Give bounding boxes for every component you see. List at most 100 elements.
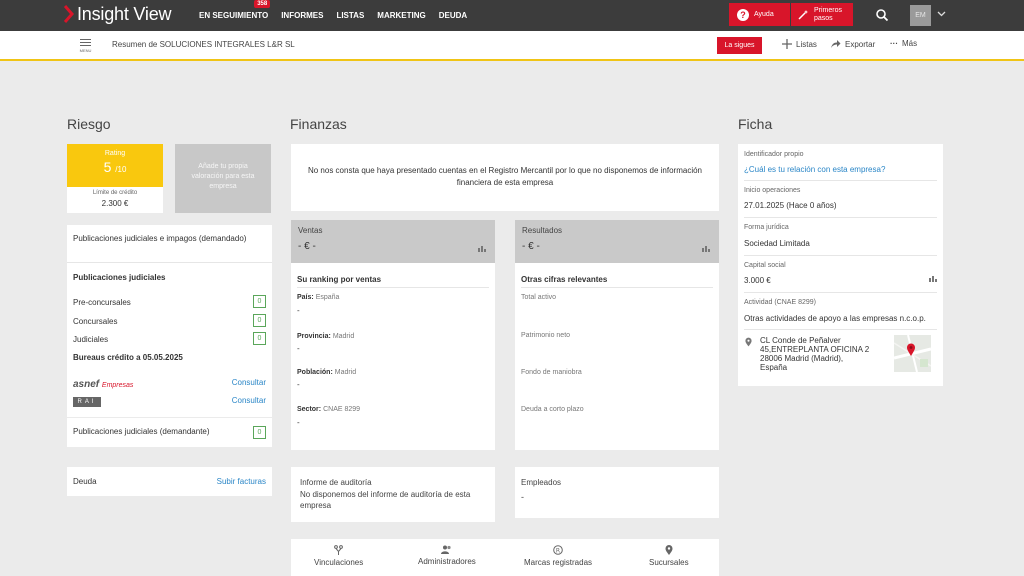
address-line: CL Conde de Peñalver bbox=[760, 336, 841, 345]
map-icon bbox=[894, 335, 931, 372]
menu-button[interactable]: MENU bbox=[78, 37, 93, 55]
following-button[interactable]: La sigues bbox=[717, 37, 762, 54]
more-dots-icon: ··· bbox=[890, 39, 898, 48]
chart-icon[interactable] bbox=[929, 275, 937, 282]
nav-marketing[interactable]: MARKETING bbox=[377, 11, 425, 20]
tab-vinculaciones[interactable]: Vinculaciones bbox=[314, 545, 363, 567]
rating-score: 5 bbox=[103, 159, 112, 175]
main-nav: EN SEGUIMIENTO 358 INFORMES LISTAS MARKE… bbox=[199, 0, 480, 31]
list-item: Concursales 0 bbox=[73, 314, 266, 327]
nav-informes[interactable]: INFORMES bbox=[281, 11, 323, 20]
export-button[interactable]: Exportar bbox=[830, 39, 875, 49]
svg-text:R: R bbox=[556, 547, 560, 554]
row-label: Judiciales bbox=[73, 335, 109, 344]
tab-label: Marcas registradas bbox=[524, 558, 593, 567]
divider bbox=[521, 287, 713, 288]
address-line: España bbox=[760, 363, 788, 372]
plaintiff-publications-label: Publicaciones judiciales (demandante) bbox=[73, 427, 210, 436]
chart-icon[interactable] bbox=[702, 245, 710, 252]
rai-consult-link[interactable]: Consultar bbox=[232, 396, 266, 405]
nav-en-seguimiento[interactable]: EN SEGUIMIENTO 358 bbox=[199, 0, 271, 20]
share-capital-value: 3.000 € bbox=[744, 276, 771, 285]
sales-header: Ventas - € - bbox=[291, 220, 495, 263]
audit-report-card: Informe de auditoría No disponemos del i… bbox=[291, 467, 495, 522]
question-icon: ? bbox=[737, 8, 749, 21]
employees-card: Empleados - bbox=[515, 467, 719, 518]
divider bbox=[744, 217, 937, 218]
follow-count-badge: 358 bbox=[254, 0, 271, 8]
start-operations-value: 27.01.2025 (Hace 0 años) bbox=[744, 201, 837, 210]
first-steps-button[interactable]: Primeros pasos bbox=[791, 3, 853, 26]
asnef-logo: asnef Empresas bbox=[73, 379, 133, 390]
tab-administradores[interactable]: Administradores bbox=[418, 545, 476, 566]
rating-box[interactable]: Rating 5 /10 bbox=[67, 144, 163, 187]
finanzas-title: Finanzas bbox=[290, 116, 347, 132]
ranking-sector-value: - bbox=[297, 418, 300, 427]
help-label: Ayuda bbox=[754, 11, 774, 18]
rai-logo: RAI bbox=[73, 397, 101, 407]
row-label: Concursales bbox=[73, 317, 118, 326]
divider bbox=[744, 180, 937, 181]
more-button[interactable]: ··· Más bbox=[890, 39, 917, 48]
registered-icon: R bbox=[553, 545, 563, 555]
help-button[interactable]: ? Ayuda bbox=[729, 3, 790, 26]
company-profile-card: Identificador propio ¿Cuál es tu relació… bbox=[738, 144, 943, 386]
user-avatar[interactable]: EM bbox=[910, 5, 931, 26]
search-icon[interactable] bbox=[875, 8, 889, 22]
chart-icon[interactable] bbox=[478, 245, 486, 252]
rating-label: Rating bbox=[104, 150, 126, 157]
results-value: - € - bbox=[522, 241, 540, 252]
debt-label: Deuda bbox=[73, 477, 97, 486]
divider bbox=[744, 255, 937, 256]
asnef-main: asnef bbox=[73, 379, 100, 390]
map-thumbnail[interactable] bbox=[894, 335, 931, 372]
count-badge[interactable]: 0 bbox=[253, 426, 266, 439]
upload-invoices-link[interactable]: Subir facturas bbox=[217, 477, 266, 486]
nav-deuda[interactable]: DEUDA bbox=[439, 11, 467, 20]
credit-limit-box: Límite de crédito 2.300 € bbox=[67, 187, 163, 213]
credit-limit-label: Límite de crédito bbox=[92, 190, 138, 196]
first-steps-label: Primeros pasos bbox=[814, 6, 843, 22]
count-badge[interactable]: 0 bbox=[253, 314, 266, 327]
tab-label: Vinculaciones bbox=[314, 558, 364, 567]
lists-label: Listas bbox=[796, 39, 817, 49]
chevron-down-icon[interactable] bbox=[937, 10, 946, 18]
relationship-link[interactable]: ¿Cuál es tu relación con esta empresa? bbox=[744, 165, 885, 174]
count-badge[interactable]: 0 bbox=[253, 295, 266, 308]
chevron-right-icon bbox=[64, 5, 74, 23]
ranking-country-value: - bbox=[297, 306, 300, 315]
list-item: Judiciales 0 bbox=[73, 332, 266, 345]
working-capital-label: Fondo de maniobra bbox=[521, 369, 582, 376]
rating-value: 5 /10 bbox=[67, 159, 163, 175]
insight-view-logo[interactable]: Insight View bbox=[64, 3, 172, 25]
activity-value: Otras actividades de apoyo a las empresa… bbox=[744, 314, 926, 323]
own-identifier-label: Identificador propio bbox=[744, 151, 804, 158]
add-to-list-button[interactable]: Listas bbox=[782, 39, 817, 49]
divider bbox=[744, 292, 937, 293]
count-badge[interactable]: 0 bbox=[253, 332, 266, 345]
sales-value: - € - bbox=[298, 241, 316, 252]
tab-marcas-registradas[interactable]: R Marcas registradas bbox=[524, 545, 592, 567]
map-pin-icon bbox=[665, 545, 673, 555]
tab-sucursales[interactable]: Sucursales bbox=[649, 545, 689, 567]
results-header: Resultados - € - bbox=[515, 220, 719, 263]
no-financials-notice: No nos consta que haya presentado cuenta… bbox=[291, 144, 719, 211]
rating-max: /10 bbox=[115, 165, 127, 174]
nav-listas[interactable]: LISTAS bbox=[336, 11, 364, 20]
magic-wand-icon bbox=[798, 10, 808, 20]
net-equity-label: Patrimonio neto bbox=[521, 332, 571, 339]
riesgo-title: Riesgo bbox=[67, 116, 111, 132]
users-icon bbox=[441, 545, 452, 554]
asnef-consult-link[interactable]: Consultar bbox=[232, 378, 266, 387]
add-valuation-button[interactable]: Añade tu propia valoración para esta emp… bbox=[175, 144, 271, 213]
ranking-city-value: - bbox=[297, 380, 300, 389]
activity-label: Actividad (CNAE 8299) bbox=[744, 299, 816, 306]
other-figures-title: Otras cifras relevantes bbox=[521, 275, 608, 284]
sales-ranking-panel: Su ranking por ventas País: España - Pro… bbox=[291, 263, 495, 450]
total-assets-label: Total activo bbox=[521, 294, 557, 301]
row-label: Pre-concursales bbox=[73, 298, 131, 307]
ficha-title: Ficha bbox=[738, 116, 773, 132]
company-address: CL Conde de Peñalver 45,ENTREPLANTA OFIC… bbox=[760, 336, 885, 372]
export-label: Exportar bbox=[845, 39, 876, 49]
divider bbox=[297, 287, 489, 288]
